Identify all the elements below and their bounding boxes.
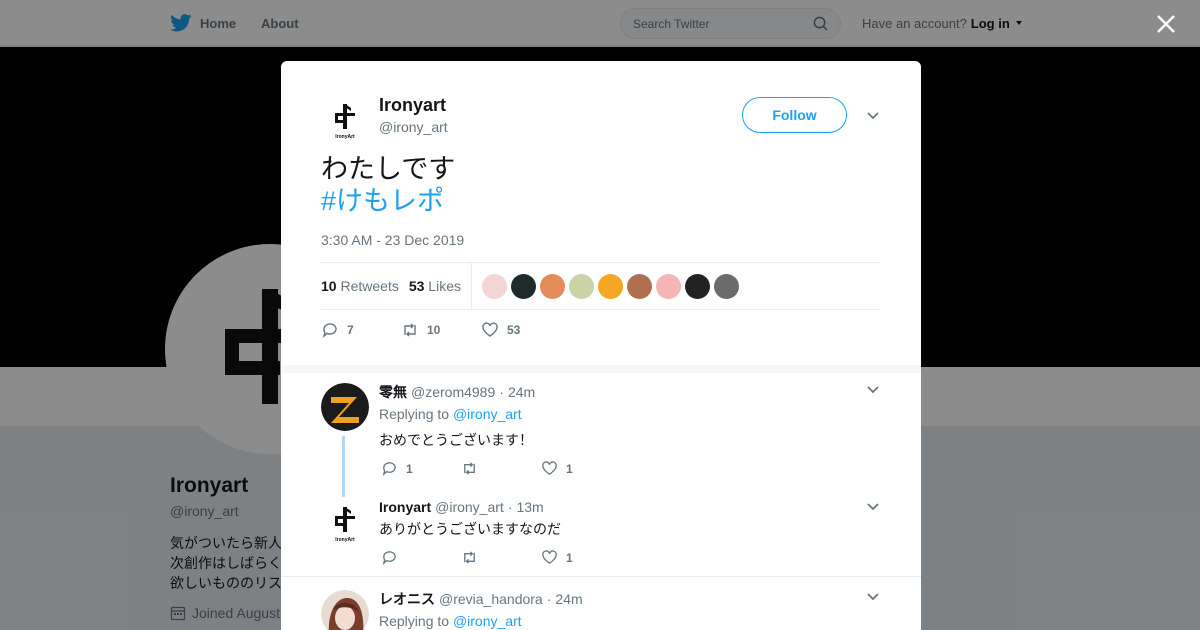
- reply-author-avatar[interactable]: [321, 590, 369, 630]
- liker-avatars: [481, 273, 739, 299]
- retweets-stat[interactable]: 10 Retweets: [321, 278, 399, 294]
- reply-icon: [382, 551, 396, 566]
- replying-to-link[interactable]: @irony_art: [453, 613, 522, 629]
- reply-divider: [281, 576, 921, 577]
- retweet-icon: [404, 323, 416, 337]
- reply-count: 1: [406, 461, 413, 476]
- tweet-actions: 7 10 53: [321, 321, 520, 339]
- reply-actions: 1 1: [381, 460, 573, 477]
- chevron-down-icon[interactable]: [866, 590, 880, 604]
- reply-author-name[interactable]: Ironyart: [379, 499, 431, 515]
- retweet-button[interactable]: [461, 460, 541, 477]
- reply-author-handle[interactable]: @irony_art: [435, 499, 504, 515]
- stats-divider: [470, 262, 472, 310]
- chevron-down-icon[interactable]: [866, 383, 880, 397]
- retweet-icon: [464, 551, 475, 564]
- tweet-author-avatar[interactable]: IronyArt: [321, 97, 369, 145]
- reply-count: 7: [347, 323, 354, 337]
- replying-to-prefix: Replying to: [379, 406, 450, 422]
- like-count: 1: [566, 550, 573, 565]
- likes-label: Likes: [428, 278, 461, 294]
- irony-art-logo-icon: IronyArt: [335, 507, 355, 543]
- reply-header: 零無 @zerom4989 · 24m: [379, 382, 535, 402]
- like-button[interactable]: 1: [541, 549, 573, 566]
- close-icon[interactable]: [1156, 14, 1176, 34]
- thread-connector: [342, 436, 345, 497]
- liker-avatar[interactable]: [713, 273, 739, 299]
- heart-icon: [542, 461, 557, 475]
- reply-header: Ironyart @irony_art · 13m: [379, 499, 544, 515]
- reply-icon: [382, 462, 396, 477]
- like-button[interactable]: 53: [481, 321, 520, 339]
- reply-button[interactable]: [381, 549, 461, 566]
- retweets-label: Retweets: [340, 278, 399, 294]
- retweet-button[interactable]: [461, 549, 541, 566]
- liker-avatar[interactable]: [539, 273, 565, 299]
- reply-actions: 1: [381, 549, 573, 566]
- reply-text: おめでとうございます！: [379, 432, 533, 448]
- likes-count: 53: [408, 278, 425, 294]
- tweet-author-name[interactable]: Ironyart: [379, 95, 446, 116]
- tweet-timestamp[interactable]: 3:30 AM - 23 Dec 2019: [321, 232, 464, 248]
- reply-separator: ·: [499, 384, 504, 400]
- tweet-text: わたしです: [321, 154, 456, 184]
- like-count: 1: [566, 461, 573, 476]
- tweet-hashtag-link[interactable]: #けもレポ: [321, 185, 444, 217]
- retweet-button[interactable]: 10: [401, 321, 481, 339]
- retweet-count: 10: [427, 323, 441, 337]
- heart-icon: [542, 550, 557, 564]
- reply-button[interactable]: 1: [381, 460, 461, 477]
- replies-section-divider: [281, 365, 921, 373]
- reply-icon: [322, 323, 337, 338]
- reply-author-handle[interactable]: @revia_handora: [439, 591, 543, 607]
- chevron-down-icon[interactable]: [866, 500, 880, 514]
- chevron-down-icon[interactable]: [866, 109, 880, 123]
- liker-avatar[interactable]: [597, 273, 623, 299]
- like-button[interactable]: 1: [541, 460, 573, 477]
- liker-avatar[interactable]: [684, 273, 710, 299]
- leonis-avatar-icon: [321, 590, 369, 630]
- reply-button[interactable]: 7: [321, 321, 401, 339]
- reply-separator: ·: [507, 499, 513, 515]
- liker-avatar[interactable]: [510, 273, 536, 299]
- reply-author-name[interactable]: レオニス: [379, 589, 435, 609]
- reply-time[interactable]: 24m: [555, 591, 582, 607]
- tweet-stats: 10 Retweets 53 Likes: [321, 262, 881, 310]
- like-count: 53: [507, 323, 521, 337]
- retweets-count: 10: [321, 278, 337, 294]
- liker-avatar[interactable]: [481, 273, 507, 299]
- replying-to-link[interactable]: @irony_art: [453, 406, 522, 422]
- reply-author-handle[interactable]: @zerom4989: [411, 384, 495, 400]
- replying-to-line: Replying to @irony_art: [379, 406, 522, 422]
- reply-text: ありがとうございますなのだ: [379, 521, 561, 537]
- liker-avatar[interactable]: [568, 273, 594, 299]
- replying-to-line: Replying to @irony_art: [379, 613, 522, 629]
- tweet-modal: IronyArt Ironyart @irony_art Follow わたしで…: [281, 61, 921, 630]
- zerom-avatar-icon: [321, 383, 369, 431]
- reply-separator: ·: [546, 591, 552, 607]
- reply-author-avatar[interactable]: [321, 383, 369, 431]
- reply-time[interactable]: 24m: [508, 384, 535, 400]
- liker-avatar[interactable]: [655, 273, 681, 299]
- irony-art-logo-icon: IronyArt: [335, 104, 355, 140]
- follow-button[interactable]: Follow: [742, 97, 847, 133]
- reply-author-avatar[interactable]: IronyArt: [321, 500, 369, 548]
- retweet-icon: [464, 462, 475, 475]
- tweet-author-handle[interactable]: @irony_art: [379, 119, 448, 135]
- likes-stat[interactable]: 53 Likes: [409, 278, 461, 294]
- reply-time[interactable]: 13m: [516, 499, 543, 515]
- liker-avatar[interactable]: [626, 273, 652, 299]
- logo-wordmark: IronyArt: [335, 134, 355, 140]
- logo-wordmark: IronyArt: [335, 537, 355, 543]
- replying-to-prefix: Replying to: [379, 613, 450, 629]
- heart-icon: [482, 322, 498, 337]
- reply-header: レオニス @revia_handora · 24m: [379, 589, 583, 609]
- reply-author-name[interactable]: 零無: [379, 382, 407, 402]
